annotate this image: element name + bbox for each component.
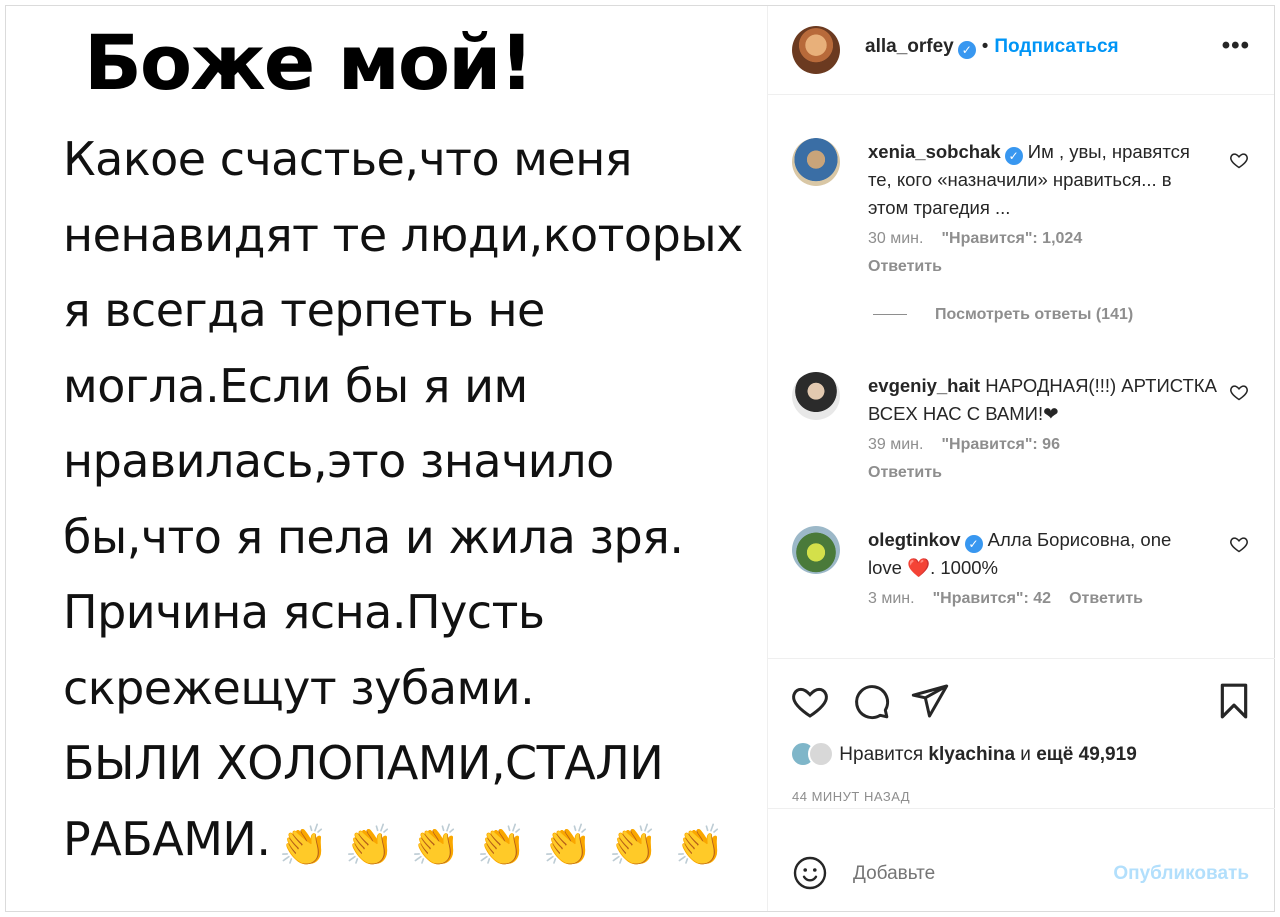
image-line: скрежещут зубами. [63,660,535,715]
image-line: бы,что я пела и жила зря. [63,509,684,564]
image-line: БЫЛИ ХОЛОПАМИ,СТАЛИ [63,736,664,790]
likes-count[interactable]: ещё 49,919 [1036,744,1137,765]
image-text: Какое счастье,что меня ненавидят те люди… [63,122,763,884]
post-side-panel: alla_orfey ✓ • Подписаться ••• xenia_sobcha… [767,6,1275,911]
comment-likes[interactable]: "Нравится": 96 [941,436,1060,453]
separator-dot: • [981,36,989,57]
comment-meta: 39 мин. "Нравится": 96 [868,436,1060,454]
bookmark-save-icon[interactable] [1214,681,1254,721]
commenter-avatar[interactable] [792,526,840,574]
likes-prefix: Нравится [839,744,924,765]
commenter-avatar[interactable] [792,138,840,186]
reply-button[interactable]: Ответить [868,464,942,482]
clap-emoji-row: 👏 👏 👏 👏 👏 👏 👏 [270,809,732,885]
post-time-ago[interactable]: 44 МИНУТ НАЗАД [792,789,910,804]
add-comment-bar: Опубликовать [768,808,1275,911]
comment-like-heart-icon[interactable] [1229,150,1249,170]
follow-button[interactable]: Подписаться [994,36,1118,57]
image-line: нравилась,это значило [63,434,614,488]
comment-username[interactable]: xenia_sobchak [868,141,1001,162]
view-replies-button[interactable]: Посмотреть ответы (141) [873,306,1133,324]
clap-emoji: 👏 [344,822,395,869]
clap-emoji: 👏 [410,822,461,869]
image-line: ненавидят те люди,которых [63,207,743,262]
comments-list: xenia_sobchak ✓ Им , увы, нравятся те, ко… [768,96,1275,656]
comment-like-heart-icon[interactable] [1229,382,1249,402]
likes-summary: Нравится klyachina и ещё 49,919 [790,741,1137,767]
share-send-icon[interactable] [910,681,950,721]
comment-text-block: olegtinkov ✓ Алла Борисовна, one love ❤️.… [868,526,1208,582]
comment-bubble-icon[interactable] [851,681,891,721]
comment-like-heart-icon[interactable] [1229,534,1249,554]
post-actions: Нравится klyachina и ещё 49,919 44 МИНУТ… [768,658,1275,808]
comment-meta: 3 мин. "Нравится": 42 Ответить [868,590,1143,608]
clap-emoji: 👏 [278,822,329,869]
verified-badge-icon: ✓ [964,535,983,553]
view-replies-line [873,314,907,316]
comment-username[interactable]: evgeniy_hait [868,375,980,396]
reply-button[interactable]: Ответить [868,258,942,276]
like-heart-icon[interactable] [790,681,830,721]
view-replies-label: Посмотреть ответы (141) [935,306,1134,323]
publish-button[interactable]: Опубликовать [1113,863,1249,885]
clap-emoji: 👏 [476,822,527,869]
clap-emoji: 👏 [608,822,659,869]
image-line: Какое счастье,что меня [63,132,632,186]
post-header: alla_orfey ✓ • Подписаться ••• [768,6,1274,95]
post-image[interactable]: Боже мой! Какое счастье,что меня ненавид… [6,6,766,911]
image-last-line: РАБАМИ. 👏 👏 👏 👏 👏 👏 👏 [63,802,763,885]
comment-time[interactable]: 39 мин. [868,436,923,453]
clap-emoji: 👏 [674,822,725,869]
reply-button[interactable]: Ответить [1069,590,1143,607]
emoji-smile-icon[interactable] [792,855,828,891]
likes-middle: и [1020,744,1031,765]
more-options-icon[interactable]: ••• [1222,32,1250,60]
comment-username[interactable]: olegtinkov [868,529,961,550]
comment-likes[interactable]: "Нравится": 1,024 [941,230,1082,247]
owner-username[interactable]: alla_orfey [865,36,954,57]
image-title: Боже мой! [84,18,534,107]
image-line: могла.Если бы я им [63,358,528,413]
commenter-avatar[interactable] [792,372,840,420]
verified-badge-icon: ✓ [1004,147,1023,165]
clap-emoji: 👏 [542,822,593,869]
image-line: Причина ясна.Пусть [63,585,545,639]
comment-text-block: xenia_sobchak ✓ Им , увы, нравятся те, ко… [868,138,1208,222]
comment-likes[interactable]: "Нравится": 42 [933,590,1052,607]
owner-info: alla_orfey ✓ • Подписаться [865,36,1119,59]
comment-text-block: evgeniy_hait НАРОДНАЯ(!!!) АРТИСТКА ВСЕХ… [868,372,1218,428]
image-line: РАБАМИ. [63,811,271,866]
comment-input[interactable] [853,863,1073,885]
owner-avatar[interactable] [792,26,840,74]
comment-meta: 30 мин. "Нравится": 1,024 [868,230,1082,248]
image-line: я всегда терпеть не [63,283,545,337]
liker-username[interactable]: klyachina [928,744,1015,765]
verified-badge-icon: ✓ [957,41,976,59]
comment-time[interactable]: 3 мин. [868,590,915,607]
liker-avatar[interactable] [808,741,834,767]
comment-time[interactable]: 30 мин. [868,230,923,247]
